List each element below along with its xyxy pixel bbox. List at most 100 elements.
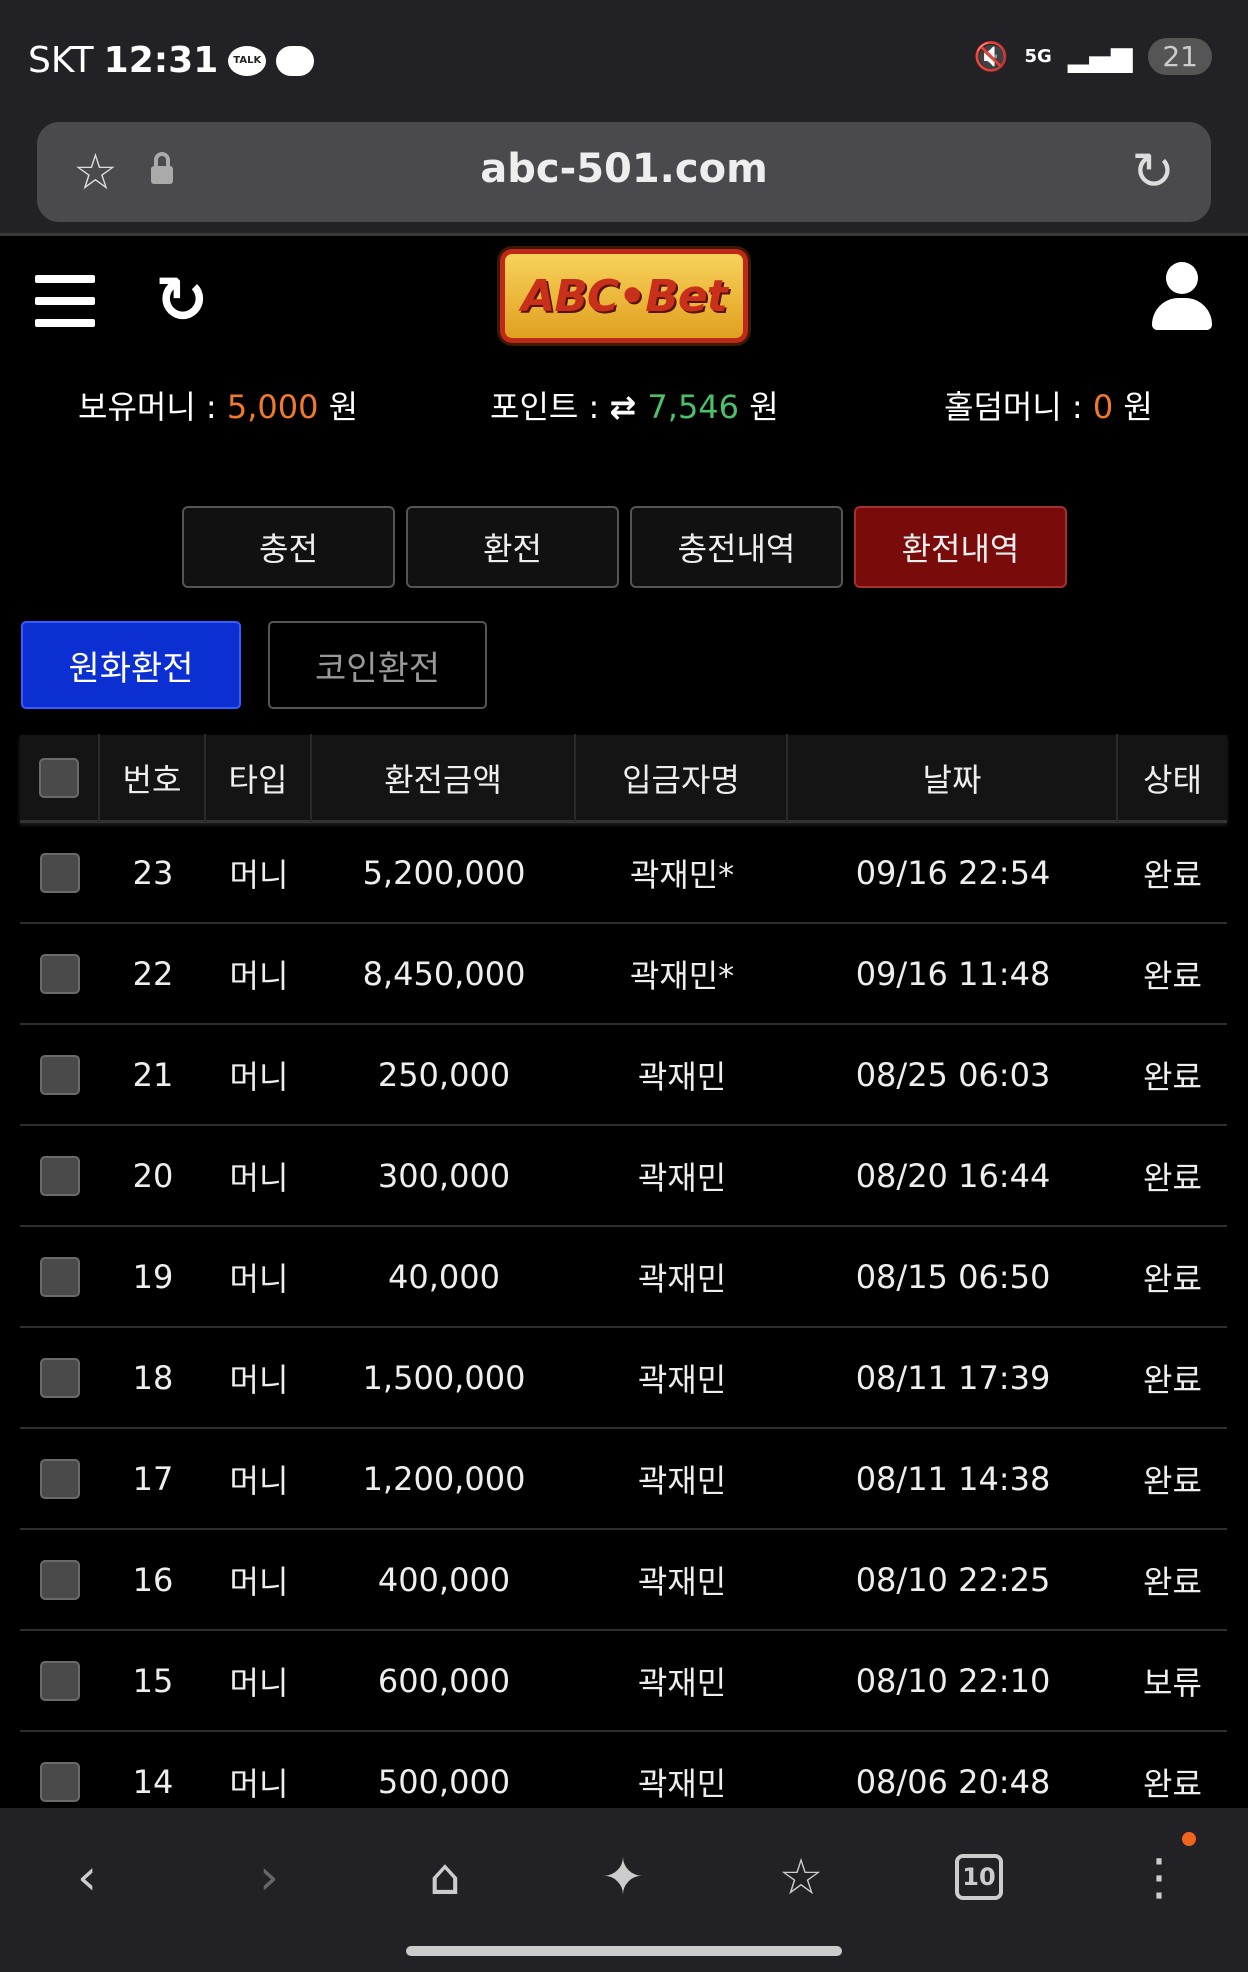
- row-checkbox[interactable]: [40, 1357, 80, 1398]
- table-body: 23 머니 5,200,000 곽재민* 09/16 22:54 완료 22 머니 8,450,…: [20, 823, 1227, 1833]
- select-all-checkbox[interactable]: [39, 757, 79, 798]
- row-type: 머니: [229, 855, 289, 894]
- exchange-arrows-icon[interactable]: ⇄: [609, 388, 647, 426]
- row-checkbox[interactable]: [40, 1155, 80, 1196]
- sparkle-icon[interactable]: ✦: [588, 1842, 658, 1912]
- money-label: 보유머니 :: [78, 388, 227, 426]
- bookmarks-icon[interactable]: ☆: [766, 1842, 836, 1912]
- point-label: 포인트 :: [490, 388, 610, 426]
- table-row[interactable]: 22 머니 8,450,000 곽재민* 09/16 11:48 완료: [20, 924, 1227, 1025]
- row-number: 19: [132, 1257, 174, 1296]
- row-depositor: 곽재민*: [629, 956, 735, 995]
- point-unit: 원: [739, 388, 779, 426]
- hamburger-menu-icon[interactable]: [35, 275, 95, 327]
- point-value: 7,546: [647, 388, 740, 426]
- table-row[interactable]: 20 머니 300,000 곽재민 08/20 16:44 완료: [20, 1126, 1227, 1227]
- row-date: 08/15 06:50: [855, 1257, 1051, 1296]
- table-header: 번호 타입 환전금액 입금자명 날짜 상태: [20, 733, 1227, 823]
- holdem-balance: 홀덤머니 : 0 원: [944, 382, 1153, 428]
- row-status: 완료: [1143, 855, 1202, 894]
- tabs-button[interactable]: 10: [944, 1842, 1014, 1912]
- row-number: 18: [132, 1358, 174, 1397]
- browser-toolbar: ☆ abc-501.com ↻: [0, 118, 1248, 236]
- row-depositor: 곽재민: [637, 1562, 727, 1601]
- row-number: 17: [132, 1459, 174, 1498]
- main-tabs: 충전 환전 충전내역 환전내역: [182, 506, 1067, 588]
- table-row[interactable]: 18 머니 1,500,000 곽재민 08/11 17:39 완료: [20, 1328, 1227, 1429]
- row-status: 완료: [1143, 1562, 1202, 1601]
- row-depositor: 곽재민: [637, 1461, 727, 1500]
- row-checkbox[interactable]: [40, 1761, 80, 1802]
- row-depositor: 곽재민: [637, 1259, 727, 1298]
- status-left: SKT 12:31 TALK: [28, 40, 315, 81]
- row-checkbox[interactable]: [40, 953, 80, 994]
- row-select-cell: [20, 1458, 100, 1499]
- subtab-coin-withdraw[interactable]: 코인환전: [268, 621, 487, 709]
- row-status: 보류: [1143, 1663, 1202, 1702]
- tab-withdraw[interactable]: 환전: [406, 506, 619, 588]
- point-balance[interactable]: 포인트 : ⇄ 7,546 원: [490, 382, 779, 428]
- row-amount: 500,000: [377, 1762, 511, 1801]
- row-status: 완료: [1143, 1360, 1202, 1399]
- table-row[interactable]: 17 머니 1,200,000 곽재민 08/11 14:38 완료: [20, 1429, 1227, 1530]
- table-row[interactable]: 15 머니 600,000 곽재민 08/10 22:10 보류: [20, 1631, 1227, 1732]
- row-checkbox[interactable]: [40, 1559, 80, 1600]
- table-row[interactable]: 23 머니 5,200,000 곽재민* 09/16 22:54 완료: [20, 823, 1227, 924]
- row-type: 머니: [229, 1360, 289, 1399]
- row-checkbox[interactable]: [40, 1054, 80, 1095]
- reload-icon[interactable]: ↻: [1131, 144, 1175, 200]
- row-type: 머니: [229, 1057, 289, 1096]
- header-type: 타입: [206, 733, 312, 822]
- tab-withdraw-history[interactable]: 환전내역: [854, 506, 1067, 588]
- row-type: 머니: [229, 1259, 289, 1298]
- row-date: 08/10 22:25: [855, 1560, 1051, 1599]
- row-type: 머니: [229, 1461, 289, 1500]
- table-row[interactable]: 16 머니 400,000 곽재민 08/10 22:25 완료: [20, 1530, 1227, 1631]
- row-type: 머니: [229, 1158, 289, 1197]
- money-balance: 보유머니 : 5,000 원: [78, 382, 358, 428]
- row-date: 08/20 16:44: [855, 1156, 1051, 1195]
- header-status: 상태: [1143, 760, 1202, 799]
- more-menu-icon[interactable]: ⋮: [1124, 1842, 1194, 1912]
- row-amount: 250,000: [377, 1055, 511, 1094]
- notification-icon: [276, 45, 315, 76]
- row-select-cell: [20, 1660, 100, 1701]
- tab-deposit[interactable]: 충전: [182, 506, 395, 588]
- row-status: 완료: [1143, 1461, 1202, 1500]
- user-profile-icon[interactable]: [1150, 262, 1214, 332]
- row-checkbox[interactable]: [40, 1458, 80, 1499]
- row-number: 14: [132, 1762, 174, 1801]
- row-checkbox[interactable]: [40, 1660, 80, 1701]
- forward-icon[interactable]: ›: [234, 1842, 304, 1912]
- url-text[interactable]: abc-501.com: [37, 146, 1211, 192]
- row-select-cell: [20, 1054, 100, 1095]
- money-value: 5,000: [226, 388, 319, 426]
- tab-deposit-history[interactable]: 충전내역: [630, 506, 843, 588]
- row-date: 08/10 22:10: [855, 1661, 1051, 1700]
- row-number: 20: [132, 1156, 174, 1195]
- row-checkbox[interactable]: [40, 852, 80, 893]
- subtab-won-withdraw[interactable]: 원화환전: [21, 621, 241, 709]
- table-row[interactable]: 21 머니 250,000 곽재민 08/25 06:03 완료: [20, 1025, 1227, 1126]
- row-amount: 1,500,000: [362, 1358, 526, 1397]
- refresh-icon[interactable]: ↻: [155, 266, 209, 336]
- row-depositor: 곽재민: [637, 1764, 727, 1803]
- table-row[interactable]: 19 머니 40,000 곽재민 08/15 06:50 완료: [20, 1227, 1227, 1328]
- header-date: 날짜: [788, 733, 1118, 822]
- row-depositor: 곽재민: [637, 1158, 727, 1197]
- row-checkbox[interactable]: [40, 1256, 80, 1297]
- row-amount: 1,200,000: [362, 1459, 526, 1498]
- row-select-cell: [20, 1256, 100, 1297]
- header-depositor: 입금자명: [576, 733, 788, 822]
- row-date: 09/16 22:54: [855, 853, 1051, 892]
- gesture-bar: [406, 1946, 842, 1956]
- row-date: 08/11 14:38: [855, 1459, 1051, 1498]
- row-amount: 8,450,000: [362, 954, 526, 993]
- site-logo[interactable]: ABC•Bet: [500, 249, 748, 343]
- back-icon[interactable]: ‹: [52, 1842, 122, 1912]
- address-bar[interactable]: ☆ abc-501.com ↻: [37, 122, 1211, 222]
- home-icon[interactable]: ⌂: [410, 1842, 480, 1912]
- row-select-cell: [20, 852, 100, 893]
- row-status: 완료: [1143, 1057, 1202, 1096]
- row-select-cell: [20, 953, 100, 994]
